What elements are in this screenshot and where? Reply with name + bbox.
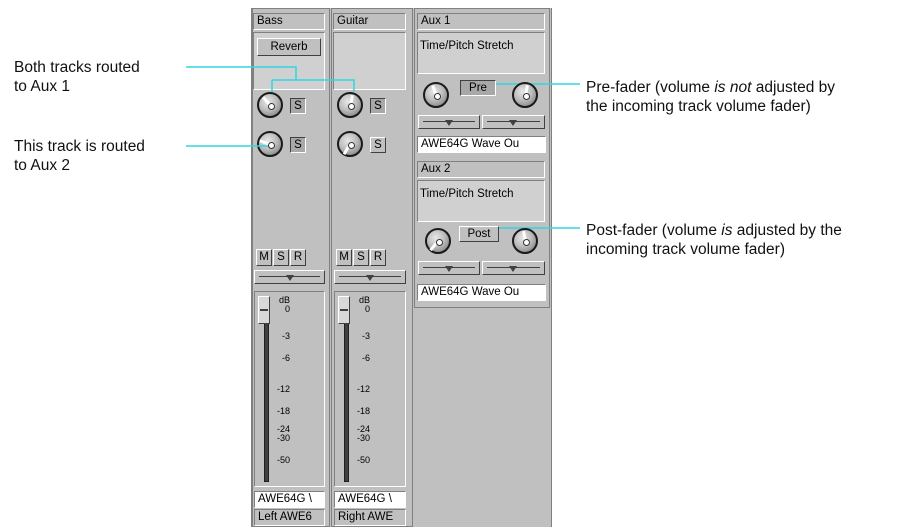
annotation-pre-fader: Pre-fader (volume is not adjusted by the… [586,78,835,116]
mute-button-guitar[interactable]: M [336,249,352,266]
annotation-routed-aux2: This track is routed to Aux 2 [14,137,145,175]
aux-effect-1[interactable]: Time/Pitch Stretch [420,38,544,54]
pre-fader-text-b: adjusted by [751,79,836,96]
scale-label: 0 [284,304,290,314]
scale-label: -3 [281,331,290,341]
send-solo-button-bass-1[interactable]: S [290,98,306,114]
pre-fader-text-a: Pre-fader (volume [586,79,715,96]
aux-name-1[interactable]: Aux 1 [417,13,545,30]
aux1-send-knob-bass[interactable] [257,92,283,118]
scale-label: -12 [276,384,290,394]
annotation-post-fader-line2: incoming track volume fader) [586,241,785,258]
post-fader-text-a: Post-fader (volume [586,222,722,239]
annotation-both-routed-line2: to Aux 1 [14,78,71,95]
scale-label: -30 [356,433,370,443]
annotation-routed-aux2-line1: This track is routed [14,138,145,155]
aux2-post-button[interactable]: Post [459,226,499,242]
annotation-pre-fader-line1: Pre-fader (volume is not adjusted by [586,78,835,97]
aux1-left-knob[interactable] [423,82,449,108]
annotation-both-routed-line1: Both tracks routed [14,59,140,76]
scale-label: 0 [364,304,370,314]
scale-label: -12 [356,384,370,394]
scale-label: -18 [356,406,370,416]
effect-slot-guitar [337,38,401,56]
aux2-send-knob-guitar[interactable] [337,131,363,157]
send-solo-button-bass-2[interactable]: S [290,137,306,153]
output-select-guitar[interactable]: AWE64G \ [334,491,406,508]
output-channel-bass[interactable]: Left AWE6 [254,509,325,526]
output-channel-guitar[interactable]: Right AWE [334,509,406,526]
pan-slider-guitar[interactable] [334,270,406,284]
annotation-pre-fader-line2: the incoming track volume fader) [586,98,811,115]
aux1-right-knob[interactable] [512,82,538,108]
post-fader-text-em: is [721,222,733,239]
send-solo-button-guitar-2[interactable]: S [370,137,386,153]
scale-label: -18 [276,406,290,416]
send-solo-button-guitar-1[interactable]: S [370,98,386,114]
aux-column-empty [414,308,550,527]
aux2-pan-left[interactable] [418,261,480,275]
mute-button-bass[interactable]: M [256,249,272,266]
pan-slider-bass[interactable] [254,270,325,284]
aux2-right-knob[interactable] [512,228,538,254]
aux1-pan-left[interactable] [418,115,480,129]
scale-label: -6 [361,353,370,363]
solo-button-bass[interactable]: S [273,249,289,266]
aux-effect-2[interactable]: Time/Pitch Stretch [420,186,544,202]
annotation-post-fader-line1: Post-fader (volume is adjusted by the [586,221,842,240]
record-button-bass[interactable]: R [290,249,306,266]
solo-button-guitar[interactable]: S [353,249,369,266]
annotation-routed-aux2-line2: to Aux 2 [14,157,71,174]
annotation-post-fader: Post-fader (volume is adjusted by the in… [586,221,842,259]
scale-label: -3 [361,331,370,341]
aux1-pan-right[interactable] [482,115,545,129]
annotation-both-routed: Both tracks routed to Aux 1 [14,58,140,96]
track-name-bass[interactable]: Bass [253,13,325,30]
aux2-left-knob[interactable] [425,228,451,254]
scale-label: -30 [276,433,290,443]
scale-label: -50 [356,455,370,465]
effect-reverb[interactable]: Reverb [257,38,321,56]
aux1-send-knob-guitar[interactable] [337,92,363,118]
aux2-output[interactable]: AWE64G Wave Ou [417,284,546,301]
scale-label: -50 [276,455,290,465]
scale-label: -6 [281,353,290,363]
aux2-pan-right[interactable] [482,261,545,275]
aux1-pre-button[interactable]: Pre [460,80,496,96]
aux-name-2[interactable]: Aux 2 [417,161,545,178]
aux2-send-knob-bass[interactable] [257,131,283,157]
post-fader-text-b: adjusted by the [732,222,842,239]
record-button-guitar[interactable]: R [370,249,386,266]
track-name-guitar[interactable]: Guitar [333,13,406,30]
aux1-output[interactable]: AWE64G Wave Ou [417,136,546,153]
output-select-bass[interactable]: AWE64G \ [254,491,325,508]
pre-fader-text-em: is not [714,79,752,96]
